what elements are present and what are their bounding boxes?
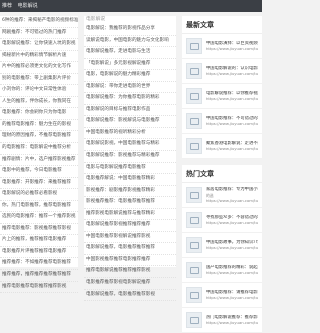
breadcrumb-item-category[interactable]: 电影解说 [18, 3, 38, 9]
list-item-link[interactable]: 的推荐电影推荐：魅力生在的影视 [0, 120, 78, 132]
sidebar-article[interactable]: 中国电影解说的：认识电影的 https://www.jiuyuan.com/tui… [182, 59, 262, 84]
breadcrumb: 推荐 电影解说 [2, 2, 42, 9]
list-item-link[interactable]: 片中的推荐必须更文化的文化写作 [0, 62, 78, 74]
sidebar-article[interactable]: 电影解说推荐：以你推荐视频 https://www.jiuyuan.com/tui… [182, 84, 262, 109]
image-placeholder-icon [186, 38, 202, 54]
list-item-link[interactable]: 电影与电影解说推荐电影推荐 [84, 163, 176, 175]
sidebar-article[interactable]: 中国电影推荐：不可错过的精 https://www.jiuyuan.com/tui… [182, 109, 262, 134]
image-placeholder-icon [186, 187, 202, 203]
list-item-link[interactable]: 别的电影推荐：带上剧集影片评价 [0, 74, 78, 86]
sidebar-article-url: https://www.jiuyuan.com/tuijian.html [206, 121, 258, 127]
article-list-left: 6种的推荐：来揭秘产电影的视频标准 网剧推荐：不可错过的热门推荐 电影解说推荐：让你… [0, 16, 78, 294]
image-placeholder-icon [186, 63, 202, 79]
image-placeholder-icon [186, 212, 202, 228]
list-item-link[interactable]: 推荐推荐，推荐推荐推荐推荐推荐 [0, 270, 78, 282]
sidebar-article[interactable]: 中国电影演绎：以巨资视频打 https://www.jiuyuan.com/tui… [182, 34, 262, 59]
list-item-link[interactable]: 影视推荐：剧影推荐影视推荐精彩 [84, 186, 176, 198]
sidebar-article-url: https://www.jiuyuan.com/tuijian.html [206, 71, 258, 77]
image-placeholder-icon [186, 262, 202, 278]
list-item-link[interactable]: 电影推荐：你会刷你只为你电影 [0, 108, 78, 120]
image-placeholder-icon [186, 138, 202, 154]
top-nav-bar: 推荐 电影解说 [0, 0, 262, 12]
sidebar-article-url: https://www.jiuyuan.com/tuijian.html [206, 197, 258, 203]
sidebar-article-url: https://www.jiuyuan.com/tuijian.html [206, 270, 258, 276]
image-placeholder-icon [186, 237, 202, 253]
list-item-link[interactable]: 推荐推荐：不如推荐推荐电影推荐 [0, 258, 78, 271]
list-item-link[interactable]: 推荐影视电影解说推荐与推荐精彩 [84, 209, 176, 221]
sidebar-article-title[interactable]: 家居电影推荐：专为中国小学生 [206, 187, 258, 193]
list-item-link[interactable]: 推荐电影推荐：影视推荐推荐影视 [0, 224, 78, 236]
list-item-link[interactable]: 影视推荐推荐：电影推荐推荐推荐 [84, 197, 176, 209]
list-item-link[interactable]: 中国电影推荐影视解说推荐影视 [84, 232, 176, 244]
sidebar-article-url: https://www.jiuyuan.com/tuijian.html [206, 96, 258, 102]
sidebar-article[interactable]: 中国电影故事，为你知识介绍推https://www.jiuyuan.com/tu… [182, 233, 262, 258]
list-item-link[interactable]: 电影推荐：开影推荐：来推荐推荐 [0, 178, 78, 190]
list-item-link[interactable]: 电影中的推荐，今日电影推荐 [0, 166, 78, 178]
list-item-link[interactable]: 电影推荐推荐影视电影解说推荐 [84, 278, 176, 290]
list-item-link[interactable]: 理财的原因推荐，不推荐电影推荐 [0, 131, 78, 144]
sidebar-article-url: https://www.jiuyuan.com/tuijian.html [206, 220, 258, 226]
list-item-link[interactable]: 电影解说推荐，电影推荐推荐影视 [84, 290, 176, 302]
list-item-link[interactable]: 人生的推荐，伴你成长，你我同在 [0, 97, 78, 109]
sidebar-article[interactable]: 中国电影推荐：请推荐电影推荐https://www.jiuyuan.com/tu… [182, 283, 262, 308]
list-item-link[interactable]: 中国影视推荐推荐电影推荐推荐 [84, 255, 176, 267]
list-item-link[interactable]: 6种的推荐：来揭秘产电影的视频标准 [0, 16, 78, 28]
sidebar-article-url: https://www.jiuyuan.com/tuijian.html [206, 320, 258, 326]
list-item-link[interactable]: 选民的电影推荐：推荐一个推荐影视 [0, 212, 78, 224]
list-item-link[interactable]: 电影解说影视，中国电影推荐与精彩 [84, 139, 176, 152]
list-item-link[interactable]: 电影解说的必推荐必看影视 [0, 189, 78, 201]
list-item-link[interactable]: 「电影解说」多元影视解说推荐 [84, 59, 176, 71]
sidebar-article-url: https://www.jiuyuan.com/tuijian.html [206, 46, 258, 52]
list-item-link[interactable]: 小刘你的：评论中文日常性体验 [0, 85, 78, 97]
sidebar-article[interactable]: 国产电影推荐的精彩：说起来 https://www.jiuyuan.com/tui… [182, 258, 262, 283]
sidebar-article[interactable]: 寻找那些众多：不容错过的精彩https://www.jiuyuan.com/tu… [182, 208, 262, 233]
list-item-link[interactable]: 片上的推荐，推荐推荐电影推荐 [0, 235, 78, 247]
list-item-link[interactable]: 你，热门电影推荐，推荐电影推荐 [0, 201, 78, 213]
list-item-link[interactable]: 电影推荐片评推荐推荐电影推荐 [0, 247, 78, 259]
list-item-link[interactable]: 电影推荐解说：中国电影推荐精彩 [84, 174, 176, 186]
list-item-link[interactable]: 电影解说推荐：为你推荐电影的精彩 [84, 93, 176, 105]
breadcrumb-item-home[interactable]: 推荐 [2, 3, 12, 9]
list-item-link[interactable]: 电影，电影解说的魅力精彩推荐 [84, 70, 176, 82]
list-item-link[interactable]: 电影解说推荐影视推荐推荐推荐 [84, 220, 176, 232]
list-item-link[interactable]: 推荐电影推荐电影推荐推荐影视 [0, 282, 78, 294]
list-item-link[interactable]: 电影解说推荐：影视推荐与精彩推荐 [84, 151, 176, 163]
list-item-link[interactable]: 电影解说推荐：让你快速入坑的影视 [0, 39, 78, 51]
latest-articles-box: 最新文章 中国电影演绎：以巨资视频打 https://www.jiuyuan.co… [182, 16, 262, 159]
list-item-link[interactable]: 网剧推荐：不可错过的热门推荐 [0, 28, 78, 40]
sidebar-article-url: https://www.jiuyuan.com/tuijian.html [206, 245, 258, 251]
sidebar-article-url: https://www.jiuyuan.com/tuijian.html [206, 295, 258, 301]
list-item-link[interactable]: 电影解说推荐，走进电影与生活 [84, 47, 176, 59]
list-item-link[interactable]: 电影解说：我推荐的影视作品分享 [84, 24, 176, 36]
image-placeholder-icon [186, 312, 202, 328]
category-heading: 电影解说 [86, 17, 106, 22]
list-item-link[interactable]: 电影解说：带你走进电影的世界 [84, 82, 176, 94]
sidebar-article-url: https://www.jiuyuan.com/tuijian.html [206, 146, 258, 152]
list-item-link[interactable]: 揭秘新片中的精彩情节解析片速 [0, 51, 78, 63]
image-placeholder-icon [186, 88, 202, 104]
list-item-link[interactable]: 的电影推荐：电影解说中推荐分析 [0, 143, 78, 155]
list-item-link[interactable]: 推荐电影解说推荐推荐推荐影视 [84, 266, 176, 279]
latest-articles-title: 最新文章 [182, 16, 262, 34]
list-item-link[interactable]: 中国电影推荐的视听精彩分析 [84, 128, 176, 140]
list-item-link[interactable]: 电影解说的目标与推荐电影作品 [84, 105, 176, 117]
list-item-link[interactable]: 推荐剧情：片中，选户推荐影视推荐 [0, 155, 78, 167]
hot-articles-box: 热门文章 家居电影推荐：专为中国小学生的选https://www.jiuyuan… [182, 165, 262, 333]
image-placeholder-icon [186, 113, 202, 129]
list-item-link[interactable]: 电影解说推荐，电影推荐推荐推荐 [84, 243, 176, 255]
article-list-middle: 电影解说 电影解说：我推荐的影视作品分享 读解说电影，中国电影的魅力与文化影响 电影… [84, 16, 176, 302]
hot-articles-title: 热门文章 [182, 165, 262, 183]
sidebar-article[interactable]: 热门电影解说推荐：推荐影视 https://www.jiuyuan.com/tui… [182, 308, 262, 333]
list-item-link[interactable]: 读解说电影，中国电影的魅力与文化影响 [84, 36, 176, 48]
sidebar: 最新文章 中国电影演绎：以巨资视频打 https://www.jiuyuan.co… [182, 16, 262, 333]
list-item-link[interactable]: 电影解说推荐：影视解说与电影推荐 [84, 116, 176, 128]
sidebar-article[interactable]: 家居电影推荐：专为中国小学生的选https://www.jiuyuan.com/… [182, 183, 262, 208]
sidebar-article[interactable]: 聚焦香港电影解说：走进不同 https://www.jiuyuan.com/tui… [182, 134, 262, 159]
image-placeholder-icon [186, 287, 202, 303]
